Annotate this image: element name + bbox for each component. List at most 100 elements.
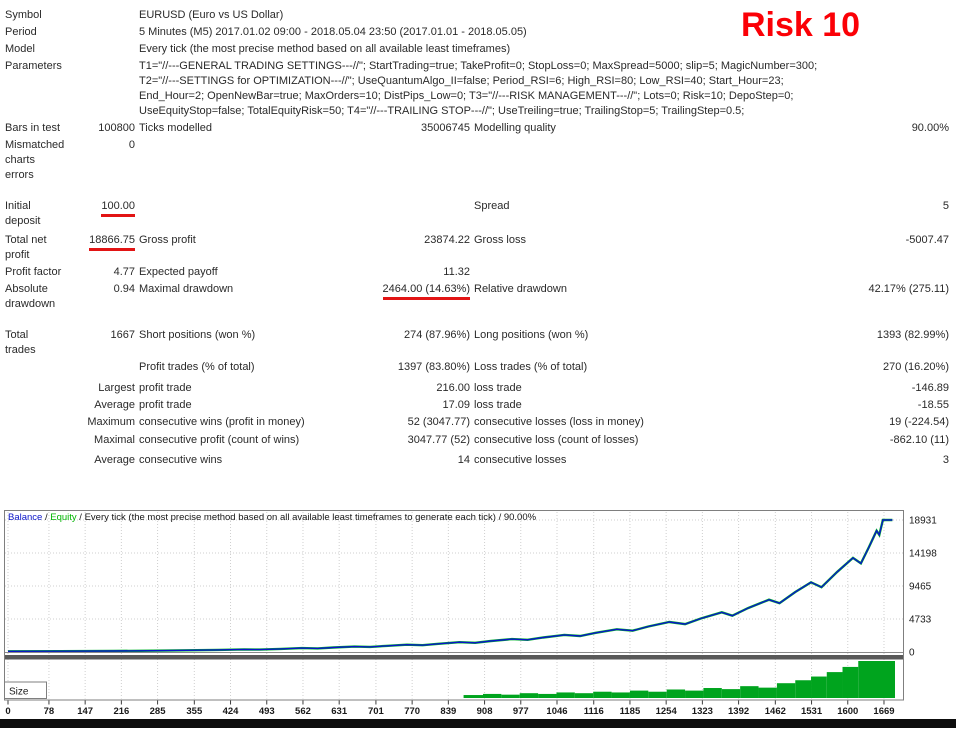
row-bars-in-test: Bars in test 100800 Ticks modelled 35006… — [5, 119, 953, 136]
row-mismatched-errors: Mismatched charts errors 0 — [5, 136, 953, 183]
x-axis-label: 493 — [259, 706, 275, 717]
lot-size-bar — [538, 694, 556, 698]
stat-value — [710, 136, 953, 183]
stat-value: 216.00 — [329, 375, 474, 396]
stat-label — [5, 358, 67, 375]
stat-value: -862.10 (11) — [710, 430, 953, 448]
lot-size-bar — [722, 689, 740, 698]
bottom-black-bar — [0, 719, 956, 728]
stat-sublabel: Average — [67, 448, 139, 468]
lot-size-bar — [740, 686, 758, 698]
stat-value — [329, 183, 474, 229]
row-maximum-consecutive: Maximum consecutive wins (profit in mone… — [5, 413, 953, 430]
stat-label: consecutive wins (profit in money) — [139, 413, 329, 430]
x-axis-label: 631 — [331, 706, 348, 717]
panel-separator — [4, 655, 904, 660]
stat-label — [5, 430, 67, 448]
y-axis-label: 0 — [909, 648, 915, 659]
stat-value — [329, 136, 474, 183]
balance-chart-panel: Size078147216285355424493562631701770839… — [0, 509, 956, 720]
strategy-tester-report: Risk 10 Symbol EURUSD (Euro vs US Dollar… — [0, 0, 956, 729]
legend-equity: Equity — [50, 512, 76, 523]
stat-value — [710, 263, 953, 280]
x-axis-label: 1392 — [728, 706, 749, 717]
x-axis-label: 977 — [513, 706, 529, 717]
stat-value: 274 (87.96%) — [329, 312, 474, 358]
chart-background — [4, 510, 904, 700]
x-axis-label: 355 — [186, 706, 203, 717]
stat-label: Long positions (won %) — [474, 312, 710, 358]
row-average-consecutive: Average consecutive wins 14 consecutive … — [5, 448, 953, 468]
x-axis-label: 78 — [44, 706, 55, 717]
stat-label: Total trades — [5, 312, 67, 358]
x-axis-label: 1046 — [546, 706, 567, 717]
stat-value: 17.09 — [329, 396, 474, 413]
stat-value: 19 (-224.54) — [710, 413, 953, 430]
x-axis-label: 1323 — [692, 706, 713, 717]
lot-size-bar — [464, 695, 483, 698]
stat-label: consecutive wins — [139, 448, 329, 468]
x-axis-label: 1462 — [765, 706, 786, 717]
stat-label: Maximal drawdown — [139, 280, 329, 312]
lot-size-bar — [575, 693, 593, 698]
stat-value: 100.00 — [67, 183, 139, 229]
risk-annotation: Risk 10 — [741, 6, 860, 45]
stat-label: Mismatched charts errors — [5, 136, 67, 183]
row-drawdown: Absolute drawdown 0.94 Maximal drawdown … — [5, 280, 953, 312]
stat-value: 1397 (83.80%) — [329, 358, 474, 375]
chart-legend: Balance / Equity / Every tick (the most … — [8, 512, 536, 523]
lot-size-bar — [811, 677, 827, 698]
lot-size-bar — [843, 667, 859, 698]
y-axis-label: 9465 — [909, 582, 932, 593]
row-initial-deposit: Initial deposit 100.00 Spread 5 — [5, 183, 953, 229]
lot-size-bar — [648, 692, 666, 698]
model-label: Model — [5, 40, 139, 57]
stat-label: Relative drawdown — [474, 280, 710, 312]
stat-value: 42.17% (275.11) — [710, 280, 953, 312]
stat-label: Gross loss — [474, 229, 710, 263]
lot-size-bar — [685, 691, 703, 698]
lot-size-bar — [501, 695, 519, 698]
stat-label: Gross profit — [139, 229, 329, 263]
legend-balance: Balance — [8, 512, 42, 523]
lot-size-bar — [827, 672, 843, 698]
x-axis-label: 839 — [440, 706, 456, 717]
lot-size-bar — [483, 694, 501, 698]
stat-label: profit trade — [139, 375, 329, 396]
stat-label: Profit factor — [5, 263, 67, 280]
stat-label: Initial deposit — [5, 183, 67, 229]
stat-value: -5007.47 — [710, 229, 953, 263]
lot-size-bar — [795, 680, 811, 698]
lot-size-bar — [593, 692, 611, 698]
row-average-trade: Average profit trade 17.09 loss trade -1… — [5, 396, 953, 413]
stat-label — [474, 263, 710, 280]
lot-size-bar — [630, 691, 648, 698]
stat-label — [5, 448, 67, 468]
stat-value: -18.55 — [710, 396, 953, 413]
y-axis-label: 4733 — [909, 614, 932, 625]
x-axis-label: 701 — [368, 706, 385, 717]
period-label: Period — [5, 23, 139, 40]
lot-size-bar — [612, 692, 630, 698]
symbol-label: Symbol — [5, 6, 139, 23]
stat-label: Short positions (won %) — [139, 312, 329, 358]
underlined-value: 18866.75 — [89, 233, 135, 251]
x-axis-label: 1600 — [837, 706, 858, 717]
row-parameters: Parameters T1="//---GENERAL TRADING SETT… — [5, 57, 953, 119]
lot-size-bar — [759, 688, 777, 698]
report-table: Symbol EURUSD (Euro vs US Dollar) Period… — [5, 6, 953, 468]
x-axis-label: 216 — [113, 706, 129, 717]
x-axis-label: 285 — [150, 706, 167, 717]
lot-size-bar — [703, 688, 721, 698]
stat-label — [5, 375, 67, 396]
lot-size-bar — [667, 689, 685, 698]
stat-value: 90.00% — [710, 119, 953, 136]
parameters-value: T1="//---GENERAL TRADING SETTINGS---//";… — [139, 57, 953, 119]
stat-value: 1393 (82.99%) — [710, 312, 953, 358]
stat-value: 35006745 — [329, 119, 474, 136]
x-axis-label: 562 — [295, 706, 311, 717]
x-axis-label: 0 — [5, 706, 10, 717]
stat-value: 100800 — [67, 119, 139, 136]
underlined-value: 2464.00 (14.63%) — [383, 282, 470, 300]
parameters-label: Parameters — [5, 57, 139, 119]
